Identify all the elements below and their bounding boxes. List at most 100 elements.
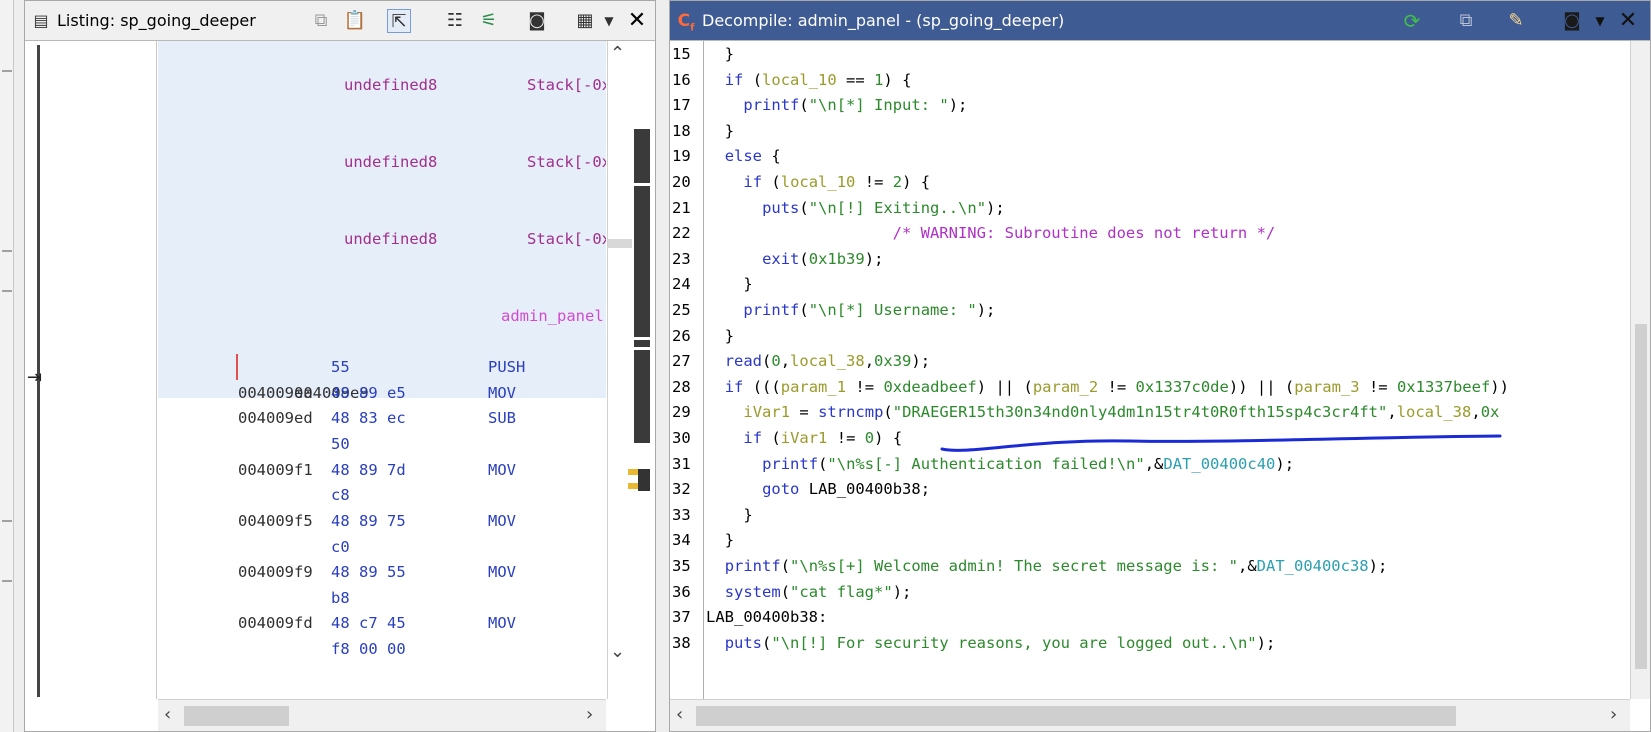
stack-var-row[interactable]: undefined8: [288, 123, 437, 171]
overview-tick: [634, 337, 650, 340]
code-line[interactable]: 21 puts("\n[!] Exiting..\n");: [670, 195, 1630, 222]
code-line[interactable]: 17 printf("\n[*] Input: ");: [670, 92, 1630, 119]
strip-divider: [2, 290, 12, 292]
insn-row[interactable]: 004009f9: [238, 559, 313, 585]
code-line[interactable]: 35 printf("\n%s[+] Welcome admin! The se…: [670, 553, 1630, 580]
line-number: 20: [672, 173, 691, 191]
scroll-up-icon[interactable]: ⌃: [610, 43, 625, 64]
insn-row[interactable]: 004009ed: [238, 405, 313, 431]
code-line[interactable]: 24 }: [670, 271, 1630, 298]
stack-var-loc: Stack[-0x40: [527, 76, 606, 94]
code-text: }: [724, 531, 735, 550]
scroll-down-icon[interactable]: ⌄: [610, 641, 625, 662]
code-line[interactable]: 34 }: [670, 527, 1630, 554]
code-line[interactable]: 15 }: [670, 41, 1630, 68]
code-text: }: [724, 326, 735, 345]
code-text: }: [743, 505, 753, 524]
code-text: /* WARNING: Subroutine does not return *…: [706, 224, 1276, 243]
paste-icon[interactable]: 📋: [343, 9, 367, 33]
insn-bytes-cont: 50: [331, 435, 350, 453]
code-line[interactable]: 29 iVar1 = strncmp("DRAEGER15th30n34nd0n…: [670, 399, 1630, 426]
insn-mnemonic: MOV: [488, 461, 516, 479]
code-line[interactable]: 16 if (local_10 == 1) {: [670, 67, 1630, 94]
code-line[interactable]: 20 if (local_10 != 2) {: [670, 169, 1630, 196]
code-line[interactable]: 32 goto LAB_00400b38;: [670, 476, 1630, 503]
overview-tick: [634, 183, 650, 186]
listing-overview-scrollbar[interactable]: ⌃ ⌄: [607, 41, 655, 699]
line-number: 33: [672, 505, 691, 524]
listing-panel: ▤ Listing: sp_going_deeper ⧉ 📋 ⇱ ☷ ⚟ ◙ ▦…: [24, 0, 656, 732]
scroll-thumb[interactable]: [1635, 324, 1647, 669]
decompile-code[interactable]: 15 } 16 if (local_10 == 1) {17 printf("\n…: [670, 41, 1630, 699]
scroll-right-icon[interactable]: ›: [1610, 704, 1617, 725]
code-line[interactable]: 33 }: [670, 502, 1630, 529]
refresh-icon[interactable]: ⟳: [1400, 9, 1424, 33]
field-layout-icon[interactable]: ☷: [443, 9, 467, 33]
code-line[interactable]: 19 else {: [670, 143, 1630, 170]
chevron-down-icon[interactable]: ▼: [1588, 9, 1612, 33]
code-text: read(0,local_38,0x39);: [724, 352, 931, 371]
code-text: puts("\n[!] Exiting..\n");: [762, 198, 1005, 217]
display-options-icon[interactable]: ▦: [573, 9, 597, 33]
left-tool-strip: [0, 0, 14, 732]
code-text: goto LAB_00400b38;: [762, 480, 931, 499]
code-line[interactable]: 31 printf("\n%s[-] Authentication failed…: [670, 451, 1630, 478]
line-number: 19: [672, 147, 691, 166]
insn-row[interactable]: 004009ea: [238, 380, 313, 406]
var-type: undefined8: [344, 230, 438, 248]
decompiler-icon: Cf: [677, 11, 695, 34]
code-line[interactable]: 25 printf("\n[*] Username: ");: [670, 297, 1630, 324]
line-number: 17: [672, 96, 691, 115]
line-number: 26: [672, 326, 691, 345]
insn-mnemonic: MOV: [488, 512, 516, 530]
copy-icon[interactable]: ⧉: [1454, 9, 1478, 33]
code-line[interactable]: 26 }: [670, 323, 1630, 350]
function-label[interactable]: admin_panel: [445, 277, 604, 325]
listing-horizontal-scrollbar[interactable]: ‹ ›: [158, 699, 606, 731]
insn-row[interactable]: 004009f5: [238, 508, 313, 534]
scroll-thumb[interactable]: [184, 706, 289, 726]
code-line[interactable]: 18 }: [670, 118, 1630, 145]
decompile-horizontal-scrollbar[interactable]: ‹ ›: [670, 699, 1630, 731]
code-line[interactable]: 28 if (((param_1 != 0xdeadbeef) || (para…: [670, 374, 1630, 401]
overview-tick: [634, 347, 650, 350]
scroll-left-icon[interactable]: ‹: [676, 704, 683, 725]
insn-row[interactable]: 004009f1: [238, 457, 313, 483]
code-line[interactable]: 23 exit(0x1b39);: [670, 246, 1630, 273]
strip-divider: [2, 250, 12, 252]
insn-address: 004009fd: [238, 614, 313, 632]
code-line[interactable]: 27 read(0,local_38,0x39);: [670, 348, 1630, 375]
code-line[interactable]: 36 system("cat flag*");: [670, 579, 1630, 606]
stack-var-row[interactable]: undefined8: [288, 46, 437, 94]
listing-code[interactable]: undefined8 Stack[-0x40 undefined8 Stack[…: [158, 41, 606, 699]
scroll-left-icon[interactable]: ‹: [164, 704, 171, 725]
code-text: system("cat flag*");: [724, 582, 912, 601]
code-label-line[interactable]: 37 LAB_00400b38:: [670, 604, 1630, 631]
code-line[interactable]: 38 puts("\n[!] For security reasons, you…: [670, 630, 1630, 657]
stack-var-row[interactable]: undefined8: [288, 200, 437, 248]
scroll-thumb[interactable]: [608, 239, 632, 248]
code-text: }: [743, 275, 753, 294]
insn-bytes: 48 89 55: [331, 563, 406, 581]
copy-icon[interactable]: ⧉: [309, 9, 333, 33]
insn-bytes: 55: [331, 358, 350, 376]
graph-icon[interactable]: ⚟: [477, 9, 501, 33]
code-line[interactable]: 22 /* WARNING: Subroutine does not retur…: [670, 220, 1630, 247]
line-number: 32: [672, 480, 691, 499]
insn-row[interactable]: 004009fd: [238, 610, 313, 636]
snapshot-icon[interactable]: ◙: [525, 9, 549, 33]
code-text: if (local_10 == 1) {: [724, 70, 912, 89]
chevron-down-icon[interactable]: ▼: [597, 9, 621, 33]
close-icon[interactable]: ✕: [1616, 9, 1640, 33]
line-number: 15: [672, 45, 691, 63]
edit-signature-icon[interactable]: ✎: [1504, 9, 1528, 33]
snapshot-icon[interactable]: ◙: [1560, 9, 1584, 33]
scroll-thumb[interactable]: [696, 706, 1456, 726]
cursor-select-icon[interactable]: ⇱: [387, 9, 411, 33]
decompile-vertical-scrollbar[interactable]: [1630, 41, 1650, 699]
overview-bar[interactable]: [634, 129, 650, 443]
close-icon[interactable]: ✕: [625, 9, 649, 33]
scroll-right-icon[interactable]: ›: [586, 704, 593, 725]
code-text: exit(0x1b39);: [762, 249, 884, 268]
code-line[interactable]: 30 if (iVar1 != 0) {: [670, 425, 1630, 452]
